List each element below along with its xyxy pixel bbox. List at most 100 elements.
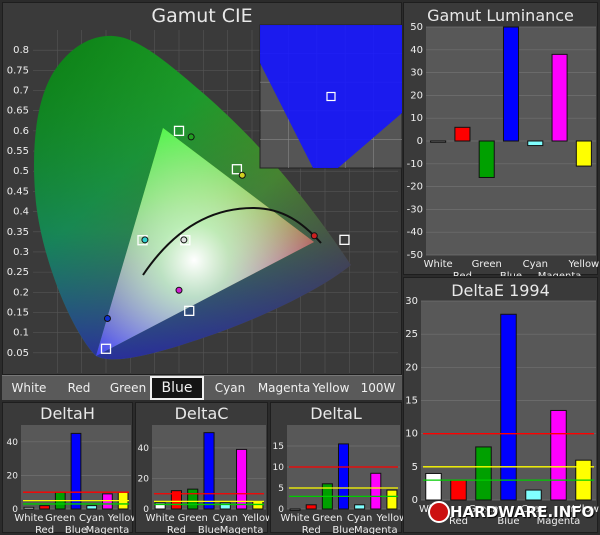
x-label-blue: Blue — [198, 525, 220, 534]
bar-yellow — [252, 500, 264, 510]
y-tick-label: 40 — [410, 45, 423, 56]
tab-red[interactable]: Red — [54, 376, 104, 400]
x-label-red: Red — [302, 525, 321, 534]
gamut-cie-chart: 0.8 0.75 0.7 0.65 0.6 0.55 0.5 0.45 0.4 0.35 0.3 0.… — [7, 24, 403, 373]
tab-green[interactable]: Green — [102, 376, 154, 400]
bar-red — [450, 479, 467, 501]
bar-magenta — [102, 493, 113, 510]
tab-white[interactable]: White — [4, 376, 54, 400]
cie-measured-point — [175, 286, 183, 294]
x-label-yellow: Yellow — [567, 259, 599, 270]
x-label-white: White — [424, 259, 453, 270]
deltae-1994-panel: DeltaE 1994 302520151050WhiteRedGreenBlu… — [403, 277, 599, 533]
bar-magenta — [551, 53, 568, 142]
cie-y-tick-label: 0.1 — [13, 328, 29, 339]
gamut-cie-panel: Gamut CIE 0.8 0.75 0.7 0.65 0.6 0.55 0.5… — [2, 2, 403, 375]
bar-blue — [70, 432, 82, 510]
y-tick-label: 20 — [405, 362, 418, 373]
bar-red — [305, 504, 317, 510]
cie-y-tick-label: 0.25 — [7, 267, 29, 278]
bar-cyan — [525, 489, 542, 501]
deltal-chart: 151050WhiteRedGreenBlueCyanMagentaYellow — [273, 425, 403, 534]
deltac-panel: DeltaC 40 20 0 White Red Green Blue Cyan Magenta… — [135, 402, 269, 534]
bar-magenta — [236, 448, 248, 510]
bar-white — [23, 506, 35, 510]
cie-y-tick-label: 0.55 — [7, 146, 29, 157]
x-label-blue: Blue — [500, 271, 522, 276]
x-label-yellow: Yellow — [376, 513, 403, 524]
cie-y-tick-label: 0.35 — [7, 227, 29, 238]
y-tick-label: 0 — [417, 136, 423, 147]
tab-100w[interactable]: 100W — [354, 376, 402, 400]
x-label-green: Green — [472, 259, 502, 270]
x-label-cyan: Cyan — [523, 259, 548, 270]
bar-cyan — [354, 504, 366, 510]
tab-cyan[interactable]: Cyan — [206, 376, 254, 400]
bar-green — [475, 446, 492, 501]
y-tick-label: 10 — [273, 463, 285, 473]
bar-cyan — [527, 140, 544, 147]
x-label-white: White — [14, 513, 43, 524]
cie-target-point — [339, 234, 350, 245]
color-tab-bar: White Red Green Blue Cyan Magenta Yellow 100W — [2, 375, 402, 400]
x-label-green: Green — [178, 513, 208, 524]
bar-blue — [337, 443, 350, 510]
logo-text: HARDWARE.INFO — [450, 503, 595, 521]
bar-red — [454, 126, 471, 142]
bar-magenta — [550, 409, 567, 501]
cie-y-tick-label: 0.5 — [13, 166, 29, 177]
x-label-white: White — [146, 513, 175, 524]
bar-yellow — [575, 140, 592, 167]
y-tick-label: 5 — [278, 484, 284, 494]
x-label-magenta: Magenta — [354, 525, 398, 534]
bar-magenta — [370, 472, 382, 510]
x-label-blue: Blue — [65, 525, 87, 534]
cie-y-tick-label: 0.45 — [7, 186, 29, 197]
logo-emblem-icon — [428, 501, 450, 523]
x-label-blue: Blue — [332, 525, 354, 534]
cie-y-tick-label: 0.4 — [13, 207, 29, 218]
y-tick-label: -20 — [407, 182, 423, 193]
cie-measured-point — [238, 171, 246, 179]
cie-y-tick-label: 0.8 — [13, 45, 29, 56]
cie-inset — [259, 24, 403, 169]
y-tick-label: 5 — [412, 462, 418, 473]
x-label-cyan: Cyan — [347, 513, 372, 524]
x-label-green: Green — [312, 513, 342, 524]
y-tick-label: 40 — [138, 444, 150, 454]
y-tick-label: 10 — [410, 113, 423, 124]
bar-blue — [502, 26, 520, 142]
y-tick-label: 15 — [273, 442, 284, 452]
bar-yellow — [386, 489, 398, 510]
tab-blue[interactable]: Blue — [150, 376, 204, 400]
y-tick-label: -10 — [407, 159, 423, 170]
x-label-red: Red — [35, 525, 54, 534]
bar-white — [289, 508, 301, 511]
y-tick-label: 40 — [7, 438, 19, 448]
deltah-chart: 40200WhiteRedGreenBlueCyanMagentaYellow — [7, 425, 134, 534]
cie-y-tick-label: 0.05 — [7, 348, 29, 359]
y-tick-label: 0 — [412, 495, 418, 506]
y-tick-label: 25 — [405, 329, 418, 340]
cie-y-tick-label: 0.65 — [7, 106, 29, 117]
y-tick-label: 30 — [410, 68, 423, 79]
cie-y-tick-label: 0.15 — [7, 307, 29, 318]
cie-y-axis: 0.8 0.75 0.7 0.65 0.6 0.55 0.5 0.45 0.4 0.35 0.3 0.… — [7, 45, 29, 359]
bar-green — [187, 488, 199, 510]
bar-green — [478, 140, 495, 178]
cie-measured-point — [103, 315, 111, 323]
bar-white — [430, 140, 447, 143]
x-label-yellow: Yellow — [107, 513, 134, 524]
cie-y-tick-label: 0.2 — [13, 287, 29, 298]
y-tick-label: 20 — [138, 474, 150, 484]
x-label-red: Red — [453, 271, 472, 276]
x-label-magenta: Magenta — [86, 525, 130, 534]
deltal-panel: DeltaL 15 10 5 0 White Red Green Blue Cyan Magent… — [270, 402, 403, 534]
cie-y-tick-label: 0.75 — [7, 65, 29, 76]
y-tick-label: 15 — [405, 396, 418, 407]
tab-yellow[interactable]: Yellow — [306, 376, 356, 400]
cie-measured-point — [187, 133, 195, 141]
cie-measured-point — [180, 236, 188, 244]
y-tick-label: 30 — [405, 296, 418, 307]
y-tick-label: 20 — [410, 90, 423, 101]
